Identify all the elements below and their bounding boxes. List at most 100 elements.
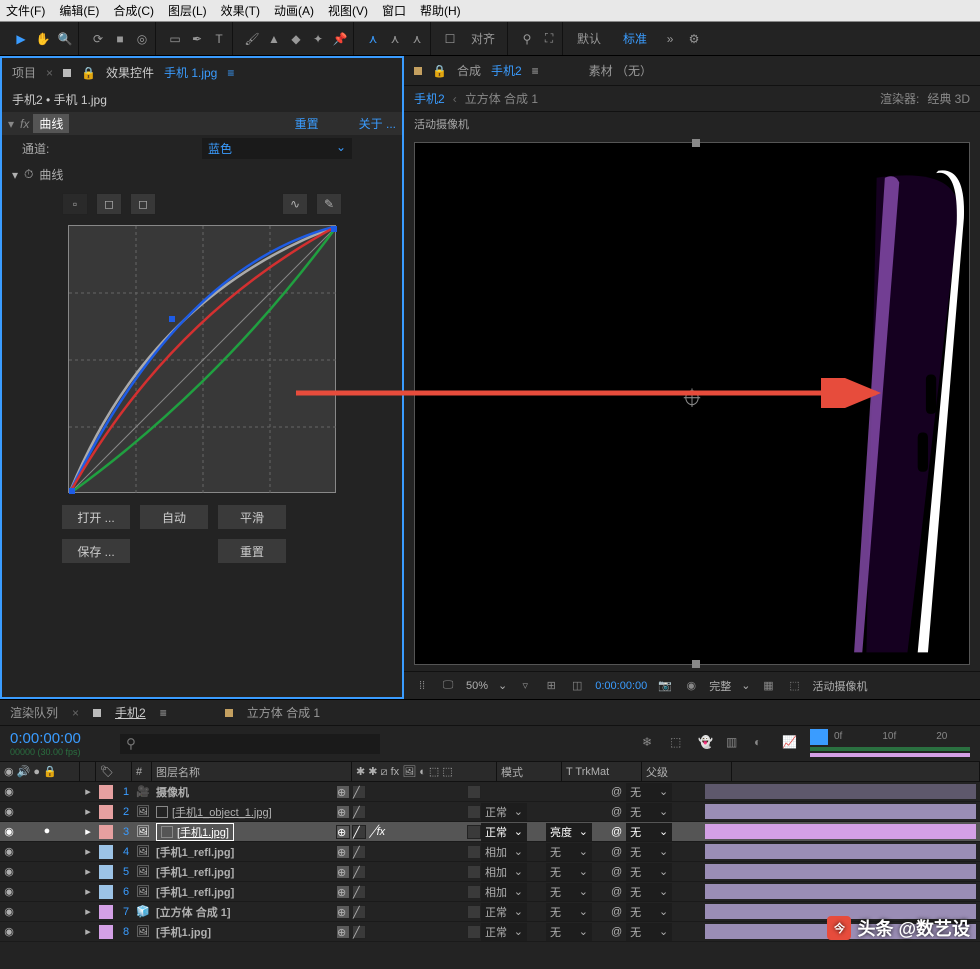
layer-name[interactable]: 🖼[手机1.jpg]: [136, 823, 336, 841]
layer-bar[interactable]: [705, 804, 976, 819]
3d-view-icon[interactable]: ⬚: [786, 678, 802, 694]
trkmat-dropdown[interactable]: 无⌄: [546, 883, 592, 901]
twirl-icon[interactable]: ▾: [8, 117, 20, 131]
layer-name[interactable]: 🧊[立方体 合成 1]: [136, 904, 336, 920]
blend-mode-dropdown[interactable]: 相加⌄: [481, 863, 527, 881]
pickwhip-icon[interactable]: @: [611, 846, 622, 858]
layer-row[interactable]: ◉● ▸ 3 🖼[手机1.jpg] ⊕╱╱fx 正常⌄ 亮度⌄ @无⌄: [0, 822, 980, 842]
puppet-tool-icon[interactable]: 📌: [331, 30, 349, 48]
fx-badge-icon[interactable]: fx: [20, 117, 29, 131]
twirl-icon[interactable]: ▸: [80, 845, 96, 858]
label-color[interactable]: [99, 925, 113, 939]
pickwhip-icon[interactable]: @: [611, 826, 622, 838]
pickwhip-icon[interactable]: @: [611, 926, 622, 938]
graph-editor-icon[interactable]: 📈: [782, 735, 800, 753]
label-color[interactable]: [99, 865, 113, 879]
label-color[interactable]: [99, 845, 113, 859]
layer-row[interactable]: ◉ ▸ 4 🖼[手机1_refl.jpg] ⊕╱ 相加⌄ 无⌄ @无⌄: [0, 842, 980, 862]
camera-tool-icon[interactable]: ■: [111, 30, 129, 48]
visibility-toggle[interactable]: ◉: [0, 885, 18, 898]
motion-blur-icon[interactable]: ◐: [754, 735, 772, 753]
stopwatch-icon[interactable]: ⏱: [24, 167, 33, 182]
res-down-icon[interactable]: ▿: [517, 678, 533, 694]
menu-edit[interactable]: 编辑(E): [59, 2, 99, 19]
layer-name[interactable]: 🖼[手机1_object_1.jpg]: [136, 804, 336, 820]
layer-name[interactable]: 🖼[手机1.jpg]: [136, 924, 336, 940]
layer-switches[interactable]: ⊕╱: [336, 805, 481, 819]
twirl-icon[interactable]: ▸: [80, 805, 96, 818]
search-icon[interactable]: ⚲: [518, 30, 536, 48]
parent-dropdown[interactable]: 无⌄: [626, 783, 672, 801]
brush-tool-icon[interactable]: 🖌: [243, 30, 261, 48]
grip-icon[interactable]: ⁞⁞: [414, 678, 430, 694]
menu-anim[interactable]: 动画(A): [274, 2, 314, 19]
menu-layer[interactable]: 图层(L): [168, 2, 207, 19]
pan-behind-icon[interactable]: ◎: [133, 30, 151, 48]
col-switches[interactable]: ✱ ✱ ⧄ fx 🖼 ◐ ⬚ ⬚: [352, 762, 497, 781]
twirl-icon[interactable]: ▾: [12, 168, 18, 182]
menu-view[interactable]: 视图(V): [328, 2, 368, 19]
eraser-tool-icon[interactable]: ◆: [287, 30, 305, 48]
viewport[interactable]: [414, 142, 970, 665]
curve-size-small-button[interactable]: ▫: [62, 193, 88, 215]
col-number[interactable]: #: [132, 762, 152, 781]
zoom-dropdown[interactable]: 50%: [466, 680, 488, 692]
stamp-tool-icon[interactable]: ▲: [265, 30, 283, 48]
panel-menu-icon[interactable]: ≡: [160, 706, 167, 720]
blend-mode-dropdown[interactable]: 相加⌄: [481, 883, 527, 901]
tab-composition[interactable]: 合成: [457, 62, 481, 79]
parent-dropdown[interactable]: 无⌄: [626, 823, 672, 841]
mask-icon[interactable]: ◫: [569, 678, 585, 694]
active-camera-dropdown[interactable]: 活动摄像机: [812, 678, 867, 694]
zoom-tool-icon[interactable]: 🔍: [56, 30, 74, 48]
rotate-tool-icon[interactable]: ⟳: [89, 30, 107, 48]
layer-bar[interactable]: [705, 884, 976, 899]
pickwhip-icon[interactable]: @: [611, 806, 622, 818]
trkmat-dropdown[interactable]: 无⌄: [546, 863, 592, 881]
grid-icon[interactable]: ⊞: [543, 678, 559, 694]
twirl-icon[interactable]: ▸: [80, 905, 96, 918]
axis-world-icon[interactable]: ⋏: [386, 30, 404, 48]
layer-switches[interactable]: ⊕╱: [336, 905, 481, 919]
layer-switches[interactable]: ⊕╱: [336, 785, 481, 799]
visibility-toggle[interactable]: ◉: [0, 825, 18, 838]
menu-comp[interactable]: 合成(C): [113, 2, 154, 19]
trkmat-dropdown[interactable]: 无⌄: [546, 903, 592, 921]
view-layout-icon[interactable]: ▦: [760, 678, 776, 694]
layer-name[interactable]: 🖼[手机1_refl.jpg]: [136, 864, 336, 880]
tab-render-queue[interactable]: 渲染队列: [10, 704, 58, 721]
pickwhip-icon[interactable]: @: [611, 906, 622, 918]
col-trkmat[interactable]: T TrkMat: [562, 762, 642, 781]
channel-icon[interactable]: ◉: [683, 678, 699, 694]
cti-handle-icon[interactable]: [810, 729, 828, 745]
blend-mode-dropdown[interactable]: 相加⌄: [481, 843, 527, 861]
fx-file-link[interactable]: 手机 1.jpg: [164, 64, 217, 81]
expand-icon[interactable]: ⛶: [540, 30, 558, 48]
lock-icon[interactable]: 🔒: [81, 66, 96, 80]
twirl-icon[interactable]: ▸: [80, 925, 96, 938]
visibility-toggle[interactable]: ◉: [0, 905, 18, 918]
menu-effect[interactable]: 效果(T): [221, 2, 260, 19]
workspace-standard[interactable]: 标准: [623, 30, 647, 47]
parent-dropdown[interactable]: 无⌄: [626, 863, 672, 881]
axis-view-icon[interactable]: ⋏: [408, 30, 426, 48]
curve-bezier-button[interactable]: ∿: [282, 193, 308, 215]
draft3d-icon[interactable]: ⬚: [670, 735, 688, 753]
parent-dropdown[interactable]: 无⌄: [626, 903, 672, 921]
selection-tool-icon[interactable]: ▶: [12, 30, 30, 48]
col-parent[interactable]: 父级: [642, 762, 732, 781]
layer-name[interactable]: 🖼[手机1_refl.jpg]: [136, 884, 336, 900]
layer-bar[interactable]: [705, 844, 976, 859]
effect-name[interactable]: 曲线: [33, 114, 69, 133]
curve-pencil-button[interactable]: ✎: [316, 193, 342, 215]
text-tool-icon[interactable]: T: [210, 30, 228, 48]
layer-row[interactable]: ◉ ▸ 6 🖼[手机1_refl.jpg] ⊕╱ 相加⌄ 无⌄ @无⌄: [0, 882, 980, 902]
trkmat-dropdown[interactable]: 无⌄: [546, 843, 592, 861]
layer-switches[interactable]: ⊕╱: [336, 845, 481, 859]
snap-icon[interactable]: ☐: [441, 30, 459, 48]
visibility-toggle[interactable]: ◉: [0, 925, 18, 938]
roto-tool-icon[interactable]: ✦: [309, 30, 327, 48]
layer-bar[interactable]: [705, 824, 976, 839]
axis-local-icon[interactable]: ⋏: [364, 30, 382, 48]
layer-name[interactable]: 🎥摄像机: [136, 784, 336, 800]
